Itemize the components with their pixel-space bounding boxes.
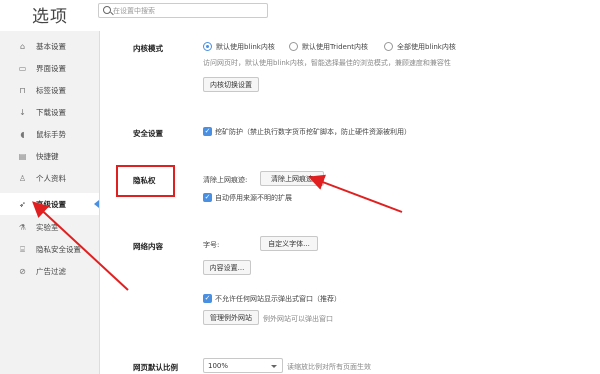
- home-icon: ⌂: [19, 41, 26, 51]
- sidebar-item-profile[interactable]: ♙ 个人资料: [0, 167, 99, 189]
- arrow-to-clear-button: [308, 174, 403, 213]
- block-icon: ⊘: [19, 266, 26, 276]
- sidebar-item-basic[interactable]: ⌂ 基本设置: [0, 35, 99, 57]
- sidebar-item-ad-filter[interactable]: ⊘ 广告过滤: [0, 260, 99, 282]
- sidebar-item-mouse-gesture[interactable]: ◖ 鼠标手势: [0, 123, 99, 145]
- sidebar-item-tabs[interactable]: ⊓ 标签设置: [0, 79, 99, 101]
- top-bar: 选项: [0, 0, 600, 28]
- sidebar-item-label: 个人资料: [36, 173, 66, 183]
- page-title: 选项: [32, 7, 68, 27]
- tab-icon: ⊓: [19, 85, 26, 95]
- manage-exceptions-button[interactable]: 管理例外网站: [203, 310, 259, 325]
- sidebar-item-label: 隐私安全设置: [36, 244, 81, 254]
- layout-icon: ▭: [18, 63, 27, 73]
- lock-icon: ⌸: [20, 244, 25, 254]
- kernel-option-label: 默认使用blink内核: [216, 43, 275, 51]
- search-icon: [103, 6, 111, 14]
- sidebar-item-label: 标签设置: [36, 85, 66, 95]
- rocket-icon: ➶: [19, 199, 26, 209]
- lab-icon: ⚗: [18, 222, 27, 232]
- custom-font-button[interactable]: 自定义字体...: [260, 236, 318, 251]
- sidebar-item-label: 广告过滤: [36, 266, 66, 276]
- sidebar-item-label: 快捷键: [36, 151, 59, 161]
- font-size-label: 字号:: [203, 241, 220, 249]
- sidebar-item-label: 基本设置: [36, 41, 66, 51]
- clear-traces-button[interactable]: 清除上网痕迹: [260, 171, 324, 186]
- keyboard-icon: ▤: [18, 151, 27, 161]
- mouse-icon: ◖: [20, 129, 25, 139]
- chevron-down-icon: [271, 365, 277, 368]
- mining-protection-label: 挖矿防护（禁止执行数字货币挖矿脚本，防止硬件资源被利用）: [215, 128, 411, 136]
- popup-block-checkbox[interactable]: ✓: [203, 294, 212, 303]
- search-input[interactable]: [113, 5, 263, 17]
- zoom-value: 100%: [208, 362, 229, 370]
- clear-traces-label: 清除上网痕迹:: [203, 176, 248, 184]
- sidebar-item-label: 高级设置: [36, 199, 66, 209]
- download-icon: ↓: [19, 107, 26, 117]
- mining-protection-checkbox[interactable]: ✓: [203, 127, 212, 136]
- zoom-hint: 读缩放比例对所有页面生效: [287, 363, 371, 371]
- zoom-select[interactable]: 100%: [203, 358, 283, 373]
- kernel-option-label: 全部使用blink内核: [397, 43, 456, 51]
- web-content-section-title: 网络内容: [133, 242, 163, 251]
- sidebar: ⌂ 基本设置 ▭ 界面设置 ⊓ 标签设置 ↓ 下载设置 ◖ 鼠标手势 ▤ 快捷键…: [0, 31, 100, 374]
- sidebar-item-privacy-security[interactable]: ⌸ 隐私安全设置: [0, 238, 99, 260]
- zoom-section-title: 网页默认比例: [133, 363, 178, 372]
- kernel-description: 访问网页时，默认使用blink内核，智能选择最佳的浏览模式，兼顾速度和兼容性: [203, 59, 451, 67]
- privacy-highlight-box: [116, 165, 175, 197]
- search-box[interactable]: [98, 3, 268, 18]
- kernel-radio-all-blink[interactable]: [384, 42, 393, 51]
- sidebar-item-label: 下载设置: [36, 107, 66, 117]
- kernel-switch-button[interactable]: 内核切换设置: [203, 77, 259, 92]
- kernel-radio-blink[interactable]: [203, 42, 212, 51]
- sidebar-item-label: 鼠标手势: [36, 129, 66, 139]
- user-icon: ♙: [18, 173, 27, 183]
- sidebar-item-download[interactable]: ↓ 下载设置: [0, 101, 99, 123]
- kernel-option-label: 默认使用Trident内核: [302, 43, 369, 51]
- sidebar-item-advanced[interactable]: ➶ 高级设置: [0, 193, 99, 215]
- disable-extensions-checkbox[interactable]: ✓: [203, 193, 212, 202]
- sidebar-item-label: 实验室: [36, 222, 59, 232]
- kernel-radio-trident[interactable]: [289, 42, 298, 51]
- content-settings-button[interactable]: 内容设置...: [203, 260, 251, 275]
- sidebar-item-label: 界面设置: [36, 63, 66, 73]
- popup-block-label: 不允许任何网站显示弹出式窗口（推荐）: [215, 295, 341, 303]
- security-section-title: 安全设置: [133, 129, 163, 138]
- kernel-section-title: 内核模式: [133, 44, 163, 53]
- disable-extensions-label: 自动停用来源不明的扩展: [215, 194, 292, 202]
- sidebar-item-lab[interactable]: ⚗ 实验室: [0, 216, 99, 238]
- exceptions-hint: 例外网站可以弹出窗口: [263, 315, 333, 323]
- sidebar-item-shortcuts[interactable]: ▤ 快捷键: [0, 145, 99, 167]
- sidebar-item-interface[interactable]: ▭ 界面设置: [0, 57, 99, 79]
